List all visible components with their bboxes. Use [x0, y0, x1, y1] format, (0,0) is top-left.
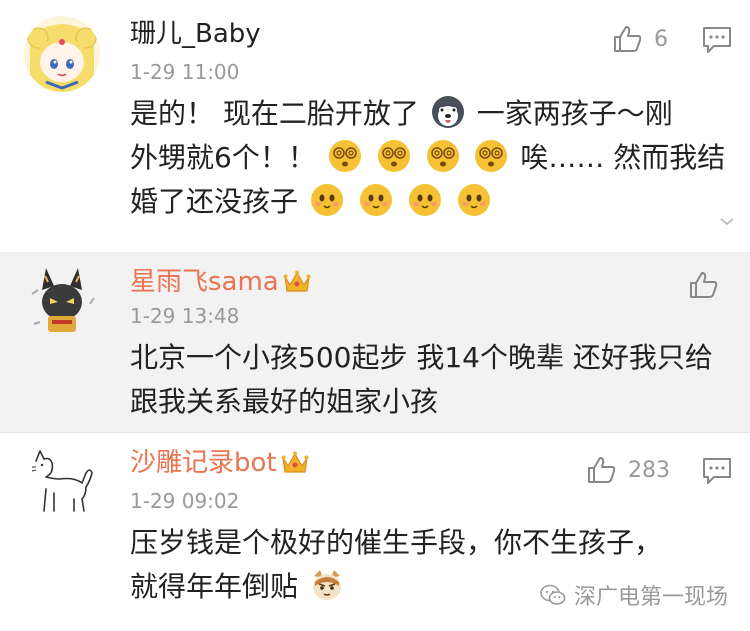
crown-icon — [281, 451, 309, 473]
comment-text-line: 北京一个小孩500起步 我14个晚辈 还好我只给 — [130, 341, 713, 374]
thumbs-up-icon — [588, 457, 616, 483]
comment-item-3: 沙雕记录bot 1-29 09:02 283 压岁钱是个极好的催生手段，你不生孩… — [0, 432, 750, 631]
like-count: 6 — [654, 26, 668, 52]
comment-text-segment: 婚了还没孩子 — [130, 185, 299, 218]
username[interactable]: 珊儿_Baby — [130, 18, 261, 50]
username-text: 星雨飞sama — [130, 267, 279, 297]
username[interactable]: 星雨飞sama — [130, 266, 311, 298]
timestamp: 1-29 13:48 — [130, 304, 240, 328]
dizzy-face-emoji — [377, 139, 411, 173]
crown-icon — [283, 270, 311, 292]
user-avatar[interactable] — [24, 16, 100, 92]
dizzy-face-emoji — [474, 139, 508, 173]
comment-text-line: 压岁钱是个极好的催生手段，你不生孩子， — [130, 526, 663, 559]
username-text: 沙雕记录bot — [130, 448, 277, 478]
reply-button[interactable] — [702, 457, 732, 485]
username[interactable]: 沙雕记录bot — [130, 447, 309, 479]
like-button[interactable] — [688, 270, 720, 300]
comment-item-1: 珊儿_Baby 1-29 11:00 6 是的！ 现在二胎开放了 一家两孩子～刚… — [0, 0, 750, 252]
cute-face-emoji — [359, 183, 393, 217]
watermark: 深广电第一现场 — [540, 579, 728, 611]
comment-item-2: 星雨飞sama 1-29 13:48 北京一个小孩500起步 我14个晚辈 还好… — [0, 252, 750, 432]
reply-button[interactable] — [702, 26, 732, 54]
cute-face-emoji — [408, 183, 442, 217]
watermark-text: 深广电第一现场 — [573, 585, 728, 610]
chevron-down-icon[interactable] — [718, 214, 736, 228]
dizzy-face-emoji — [328, 139, 362, 173]
comment-text-segment: 是的！ 现在二胎开放了 — [130, 97, 419, 130]
comment-icon — [703, 27, 731, 53]
comment-text-segment: 就得年年倒贴 — [130, 570, 299, 603]
user-avatar[interactable] — [24, 443, 100, 519]
timestamp: 1-29 11:00 — [130, 60, 240, 84]
dizzy-face-emoji — [426, 139, 460, 173]
user-avatar[interactable] — [24, 264, 100, 340]
comment-text-segment: 唉…… 然而我结 — [520, 141, 726, 174]
comment-text: 北京一个小孩500起步 我14个晚辈 还好我只给 跟我关系最好的姐家小孩 — [130, 336, 730, 424]
comment-text: 是的！ 现在二胎开放了 一家两孩子～刚 外甥就6个！！ 唉…… 然而我结 婚了还… — [130, 92, 725, 224]
timestamp: 1-29 09:02 — [130, 489, 240, 513]
cute-face-emoji — [310, 183, 344, 217]
like-button[interactable]: 283 — [586, 455, 670, 485]
comment-text-segment: 一家两孩子～刚 — [476, 97, 673, 130]
comment-text-segment: 外甥就6个！！ — [130, 141, 316, 174]
comment-icon — [703, 458, 731, 484]
cat-emoji — [310, 568, 344, 602]
comment-text-line: 跟我关系最好的姐家小孩 — [130, 385, 439, 418]
like-button[interactable]: 6 — [612, 24, 668, 54]
thumbs-up-icon — [690, 272, 718, 298]
wechat-icon — [540, 584, 566, 605]
thumbs-up-icon — [614, 26, 642, 52]
like-count: 283 — [628, 457, 670, 483]
cute-face-emoji — [457, 183, 491, 217]
husky-emoji — [431, 95, 465, 129]
